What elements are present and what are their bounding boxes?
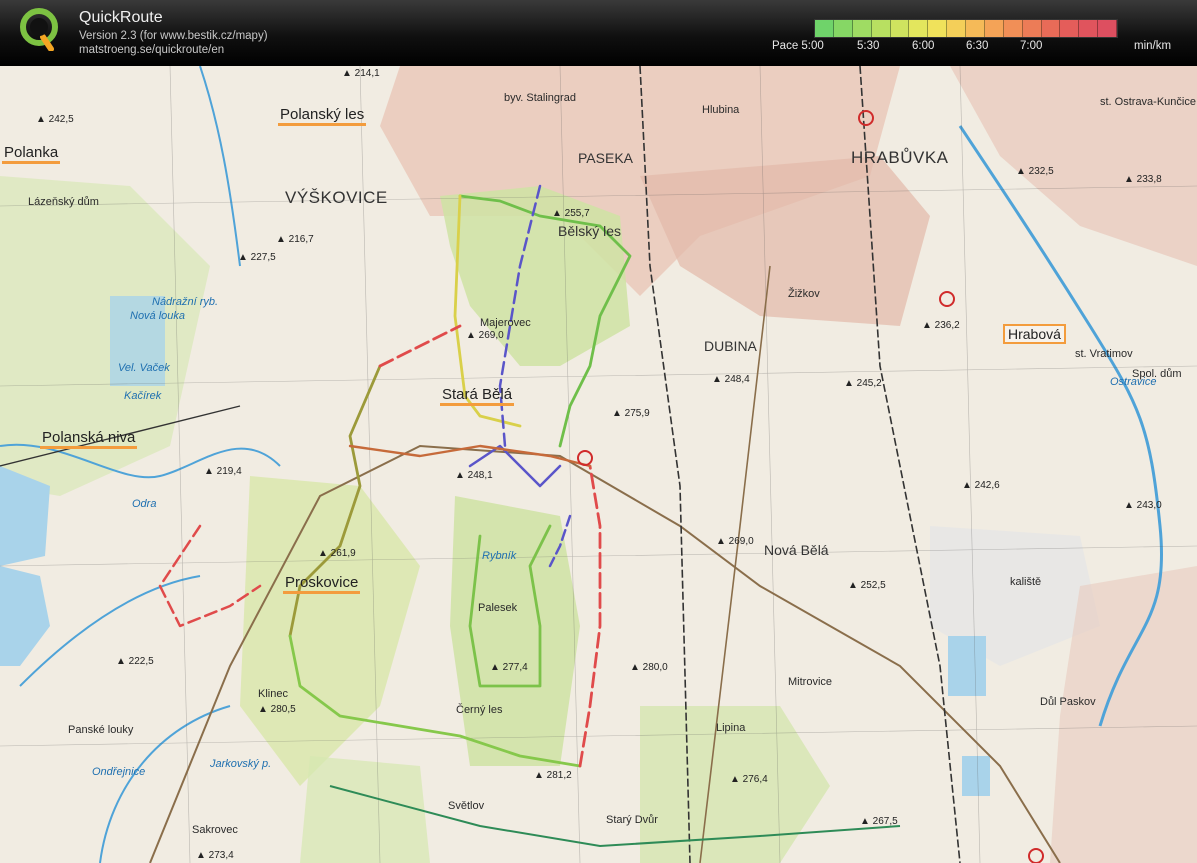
app-header: QuickRoute Version 2.3 (for www.bestik.c…	[0, 0, 1197, 66]
place-vel-vacek: Vel. Vaček	[118, 362, 170, 374]
place-hrabova: Hrabová	[1003, 324, 1066, 344]
spot-height: ▲ 281,2	[534, 770, 572, 781]
spot-height: ▲ 275,9	[612, 408, 650, 419]
spot-height: ▲ 243,0	[1124, 500, 1162, 511]
spot-height: ▲ 255,7	[552, 208, 590, 219]
spot-height: ▲ 219,4	[204, 466, 242, 477]
pace-color-cell	[1060, 20, 1080, 37]
spot-height: ▲ 277,4	[490, 662, 528, 673]
place-ondrejnice: Ondřejnice	[92, 766, 146, 778]
place-belsky-les: Bělský les	[558, 223, 622, 239]
spot-height: ▲ 280,5	[258, 704, 296, 715]
place-nova-louka: Nová louka	[130, 310, 186, 322]
place-svetlov: Světlov	[448, 800, 485, 812]
app-url-link[interactable]: matstroeng.se/quickroute/en	[79, 44, 224, 56]
spot-height: ▲ 273,4	[196, 850, 234, 861]
pace-unit: min/km	[1134, 40, 1172, 52]
pace-label-700: 7:00	[1020, 40, 1043, 52]
place-polansky-les: Polanský les	[278, 106, 367, 126]
spot-height: ▲ 242,5	[36, 114, 74, 125]
spot-height: ▲ 216,7	[276, 234, 314, 245]
place-stary-dvur: Starý Dvůr	[606, 814, 658, 826]
pace-color-cell	[909, 20, 929, 37]
app-title: QuickRoute	[79, 9, 163, 26]
pace-color-cell	[947, 20, 966, 37]
place-panske-louky: Panské louky	[68, 724, 134, 736]
spot-height: ▲ 222,5	[116, 656, 154, 667]
place-stalingrad: byv. Stalingrad	[504, 92, 576, 104]
pace-label-500: Pace 5:00	[772, 40, 824, 52]
place-st-vratimov: st. Vratimov	[1075, 348, 1133, 360]
pace-color-cell	[1098, 20, 1117, 37]
pace-label-630: 6:30	[966, 40, 989, 52]
pace-color-cell	[966, 20, 985, 37]
place-ostravice: Ostravice	[1110, 376, 1157, 388]
place-kacirek: Kačírek	[124, 390, 162, 402]
spot-height: ▲ 248,1	[455, 470, 493, 481]
place-ostrava-kuncice: st. Ostrava-Kunčice	[1100, 96, 1196, 108]
place-nova-bela: Nová Bělá	[764, 542, 829, 558]
place-lazensky-dum: Lázeňský dům	[28, 196, 99, 208]
spot-height: ▲ 261,9	[318, 548, 356, 559]
place-jarkovsky: Jarkovský p.	[210, 758, 272, 770]
pace-color-cell	[928, 20, 948, 37]
pace-label-600: 6:00	[912, 40, 935, 52]
pace-color-cell	[1041, 20, 1061, 37]
spot-height: ▲ 227,5	[238, 252, 276, 263]
pace-color-cell	[871, 20, 891, 37]
pace-color-scale	[814, 19, 1118, 38]
map-canvas[interactable]	[0, 66, 1197, 863]
app-version: Version 2.3 (for www.bestik.cz/mapy)	[79, 30, 268, 42]
pace-color-cell	[815, 20, 834, 37]
spot-height: ▲ 242,6	[962, 480, 1000, 491]
place-vyskovice: VÝŠKOVICE	[285, 188, 388, 207]
place-odra: Odra	[132, 498, 157, 510]
place-klinec: Klinec	[258, 688, 288, 700]
place-zizkov: Žižkov	[788, 288, 820, 300]
spot-height: ▲ 269,0	[716, 536, 754, 547]
pace-color-cell	[852, 20, 872, 37]
place-kaliste: kaliště	[1010, 576, 1042, 588]
spot-height: ▲ 233,8	[1124, 174, 1162, 185]
spot-height: ▲ 245,2	[844, 378, 882, 389]
place-polanska-niva: Polanská niva	[40, 429, 138, 449]
spot-height: ▲ 232,5	[1016, 166, 1054, 177]
pace-color-cell	[1022, 20, 1042, 37]
place-nadrazni-ryb: Nádražní ryb.	[152, 296, 219, 308]
pace-label-530: 5:30	[857, 40, 880, 52]
spot-height: ▲ 252,5	[848, 580, 886, 591]
place-proskovice: Proskovice	[283, 574, 361, 594]
place-sakrovec: Sakrovec	[192, 824, 238, 836]
pace-color-cell	[984, 20, 1004, 37]
spot-height: ▲ 236,2	[922, 320, 960, 331]
place-polanka: Polanka	[2, 144, 61, 164]
spot-height: ▲ 214,1	[342, 68, 380, 79]
map-view[interactable]: VÝŠKOVICE HRABŮVKA PASEKA DUBINA Stará Bělá P…	[0, 66, 1197, 863]
place-dubina: DUBINA	[704, 338, 757, 354]
place-cerny-les: Černý les	[456, 704, 503, 716]
quickroute-logo-icon	[20, 8, 58, 51]
spot-height: ▲ 248,4	[712, 374, 750, 385]
spot-height: ▲ 269,0	[466, 330, 504, 341]
place-dul-paskov: Důl Paskov	[1040, 696, 1096, 708]
place-hrabuvka: HRABŮVKA	[851, 148, 949, 167]
place-lipina: Lipina	[716, 722, 746, 734]
place-rybnik: Rybník	[482, 550, 517, 562]
pace-color-cell	[1079, 20, 1099, 37]
pace-color-cell	[1003, 20, 1023, 37]
pace-color-cell	[833, 20, 853, 37]
place-palesek: Palesek	[478, 602, 518, 614]
place-majerovec: Majerovec	[480, 317, 531, 329]
pace-color-cell	[890, 20, 910, 37]
spot-height: ▲ 267,5	[860, 816, 898, 827]
spot-height: ▲ 280,0	[630, 662, 668, 673]
place-hlubina: Hlubina	[702, 104, 740, 116]
spot-height: ▲ 276,4	[730, 774, 768, 785]
place-mitrovice: Mitrovice	[788, 676, 833, 688]
place-paseka: PASEKA	[578, 150, 633, 166]
map-area-layer	[0, 66, 1197, 863]
place-stara-bela: Stará Bělá	[440, 386, 515, 406]
